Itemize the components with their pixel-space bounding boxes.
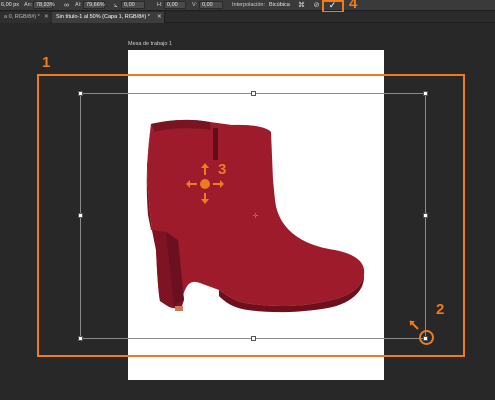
callout-4: 4	[349, 0, 358, 12]
move-cursor-icon	[186, 163, 224, 204]
callout-2: 2	[436, 301, 445, 318]
resize-arrow-icon	[409, 320, 419, 330]
resize-handle-highlight	[419, 330, 434, 345]
photoshop-window: 6,00 px An: 78,93% ∞ Al: 79,66% ⦣ 0,00 H…	[0, 0, 495, 400]
canvas-area-highlight	[37, 74, 465, 357]
callout-1: 1	[42, 54, 51, 71]
